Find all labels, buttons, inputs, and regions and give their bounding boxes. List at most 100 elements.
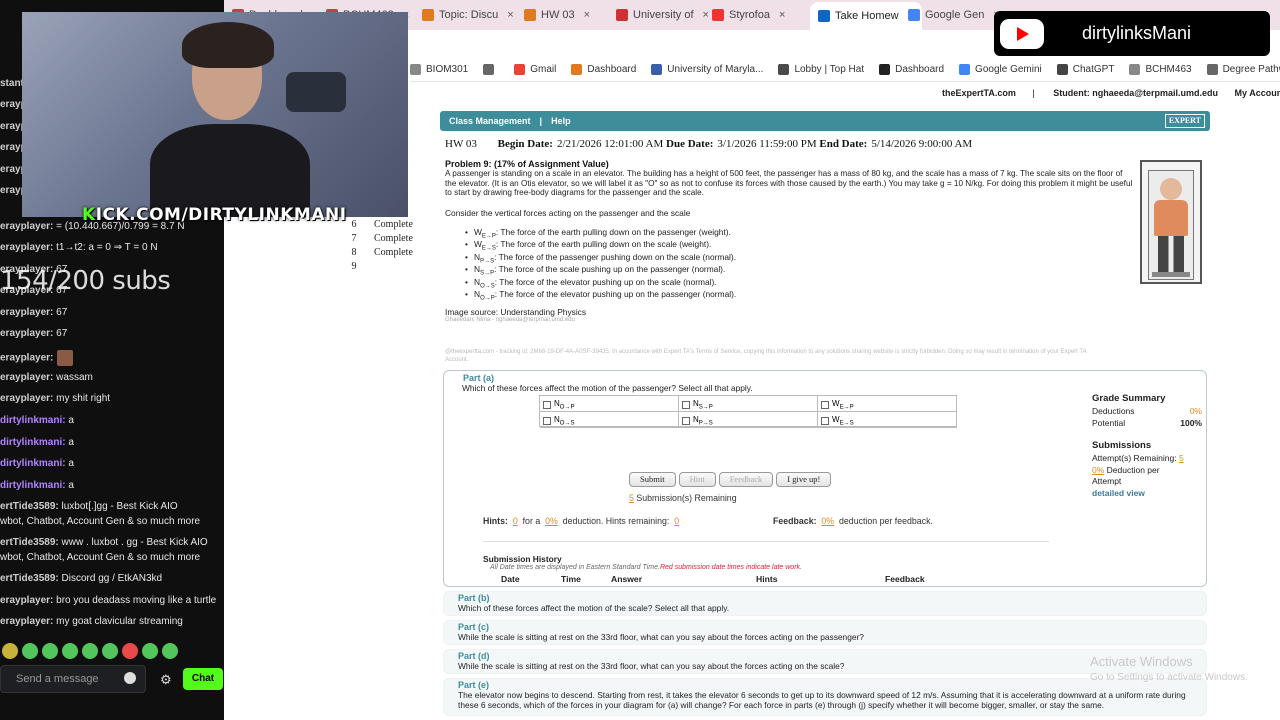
close-icon[interactable]: × bbox=[779, 9, 785, 21]
chat-message: erayplayer: bbox=[0, 350, 74, 366]
problem-status-row[interactable]: 6 Complete bbox=[344, 219, 413, 233]
hints-percent: 0% bbox=[545, 516, 558, 526]
chat-username[interactable]: erayplayer bbox=[0, 595, 50, 606]
chat-username[interactable]: stant bbox=[0, 78, 24, 89]
problem-number: 6 bbox=[351, 219, 357, 230]
bookmark-item[interactable]: Dashboard bbox=[879, 64, 944, 75]
chat-username[interactable]: erayplayer bbox=[0, 393, 50, 404]
help-link[interactable]: Help bbox=[551, 116, 571, 126]
bookmark-label: Degree Pathway bbox=[1222, 64, 1280, 75]
browser-tab[interactable]: Topic: Discu × bbox=[422, 4, 514, 26]
problem-status-row[interactable]: 8 Complete bbox=[344, 247, 413, 261]
emote-icon[interactable] bbox=[82, 643, 98, 659]
emote-icon[interactable] bbox=[162, 643, 178, 659]
chat-username[interactable]: erayplayer bbox=[0, 616, 50, 627]
site-link[interactable]: theExpertTA.com bbox=[942, 88, 1016, 98]
emoji-picker-icon[interactable] bbox=[124, 672, 136, 684]
chat-send-button[interactable]: Chat bbox=[183, 668, 223, 690]
hint-button[interactable]: Hint bbox=[678, 472, 716, 487]
chat-username[interactable]: erayplayer bbox=[0, 328, 50, 339]
chat-username[interactable]: dirtylinkmani bbox=[0, 415, 62, 426]
chat-username[interactable]: erayplayer bbox=[0, 372, 50, 383]
part-question: The elevator now begins to descend. Star… bbox=[458, 690, 1186, 710]
bookmark-item[interactable]: Gmail bbox=[514, 64, 556, 75]
emote-icon[interactable] bbox=[142, 643, 158, 659]
browser-tab[interactable]: Take Homew× bbox=[810, 2, 923, 30]
bookmark-item[interactable]: Dashboard bbox=[571, 64, 636, 75]
chat-username[interactable]: dirtylinkmani bbox=[0, 480, 62, 491]
collapsed-part-panel[interactable]: Part (c) While the scale is sitting at re… bbox=[443, 620, 1207, 645]
chat-message: ertTide3589: Discord gg / EtkAN3kd bbox=[0, 573, 162, 584]
problem-status-row[interactable]: 9 bbox=[344, 261, 413, 275]
checkbox-icon[interactable] bbox=[543, 416, 551, 425]
bookmark-item[interactable]: Lobby | Top Hat bbox=[778, 64, 864, 75]
part-label[interactable]: Part (e) bbox=[458, 680, 489, 690]
chat-username[interactable]: ertTide3589 bbox=[0, 573, 55, 584]
answer-option-checkbox[interactable]: NP→S bbox=[679, 412, 818, 428]
chat-message: erayplayer: my shit right bbox=[0, 393, 110, 404]
chat-username[interactable]: erayplayer bbox=[0, 307, 50, 318]
chat-message: dirtylinkmani: a bbox=[0, 480, 74, 491]
close-icon[interactable]: × bbox=[703, 9, 709, 21]
collapsed-part-panel[interactable]: Part (b) Which of these forces affect the… bbox=[443, 591, 1207, 616]
checkbox-icon[interactable] bbox=[821, 416, 829, 425]
part-a-label[interactable]: Part (a) bbox=[463, 373, 494, 383]
part-label[interactable]: Part (c) bbox=[458, 622, 489, 632]
history-column-header: Date bbox=[501, 574, 520, 584]
chat-username[interactable]: ertTide3589 bbox=[0, 501, 55, 512]
answer-option-checkbox[interactable]: WE→S bbox=[818, 412, 957, 428]
answer-option-checkbox[interactable]: NO→P bbox=[540, 396, 679, 412]
feedback-button[interactable]: Feedback bbox=[718, 472, 774, 487]
class-management-link[interactable]: Class Management bbox=[449, 116, 531, 126]
chat-username[interactable]: erayplayer bbox=[0, 242, 50, 253]
emote-icon[interactable] bbox=[102, 643, 118, 659]
gear-icon[interactable]: ⚙ bbox=[160, 672, 172, 688]
chat-username[interactable]: erayplayer bbox=[0, 353, 50, 364]
browser-tab[interactable]: University of × bbox=[616, 4, 709, 26]
answer-option-checkbox[interactable]: NS→P bbox=[679, 396, 818, 412]
bookmark-item[interactable]: BIOM301 bbox=[410, 64, 468, 75]
history-column-header: Time bbox=[561, 574, 581, 584]
force-description: : The force of the earth pulling down on… bbox=[495, 239, 712, 250]
collapsed-part-panel[interactable]: Part (e) The elevator now begins to desce… bbox=[443, 678, 1207, 716]
part-label[interactable]: Part (b) bbox=[458, 593, 490, 603]
chat-username[interactable]: ertTide3589 bbox=[0, 537, 55, 548]
browser-tab[interactable]: Styrofoa × bbox=[712, 4, 785, 26]
chat-username[interactable]: erayplayer bbox=[0, 221, 50, 232]
bookmark-label: BCHM463 bbox=[1145, 64, 1192, 75]
tab-favicon-icon bbox=[908, 9, 920, 21]
part-label[interactable]: Part (d) bbox=[458, 651, 490, 661]
browser-tab[interactable]: HW 03 × bbox=[524, 4, 590, 26]
emote-icon[interactable] bbox=[42, 643, 58, 659]
my-account-link[interactable]: My Account bbox=[1235, 88, 1280, 98]
bookmark-item[interactable]: Degree Pathway bbox=[1206, 64, 1280, 75]
bookmark-item[interactable] bbox=[483, 64, 499, 75]
close-icon[interactable]: × bbox=[507, 9, 513, 21]
answer-option-checkbox[interactable]: WE→P bbox=[818, 396, 957, 412]
checkbox-icon[interactable] bbox=[821, 400, 829, 409]
bookmark-item[interactable]: University of Maryla... bbox=[651, 64, 763, 75]
answer-option-checkbox[interactable]: NO→S bbox=[540, 412, 679, 428]
browser-tab[interactable]: Google Gen× bbox=[908, 4, 1000, 26]
detailed-view-link[interactable]: detailed view bbox=[1092, 488, 1202, 498]
force-symbol: WE→P bbox=[474, 227, 496, 240]
give-up-button[interactable]: I give up! bbox=[776, 472, 832, 487]
close-icon[interactable]: × bbox=[584, 9, 590, 21]
bookmark-item[interactable]: BCHM463 bbox=[1129, 64, 1192, 75]
checkbox-icon[interactable] bbox=[682, 400, 690, 409]
checkbox-icon[interactable] bbox=[682, 416, 690, 425]
emote-icon[interactable] bbox=[62, 643, 78, 659]
problem-text: A passenger is standing on a scale in an… bbox=[445, 169, 1133, 198]
emote-icon[interactable] bbox=[2, 643, 18, 659]
checkbox-icon[interactable] bbox=[543, 400, 551, 409]
chat-username[interactable]: dirtylinkmani bbox=[0, 437, 62, 448]
emote-icon[interactable] bbox=[22, 643, 38, 659]
attempts-label: Attempt(s) Remaining: bbox=[1092, 453, 1177, 463]
bookmark-item[interactable]: Google Gemini bbox=[959, 64, 1042, 75]
problem-status-row[interactable]: 7 Complete bbox=[344, 233, 413, 247]
submit-button[interactable]: Submit bbox=[629, 472, 676, 487]
attempts-value: 5 bbox=[1178, 453, 1184, 463]
chat-username[interactable]: dirtylinkmani bbox=[0, 458, 62, 469]
emote-icon[interactable] bbox=[122, 643, 138, 659]
bookmark-item[interactable]: ChatGPT bbox=[1056, 64, 1114, 75]
